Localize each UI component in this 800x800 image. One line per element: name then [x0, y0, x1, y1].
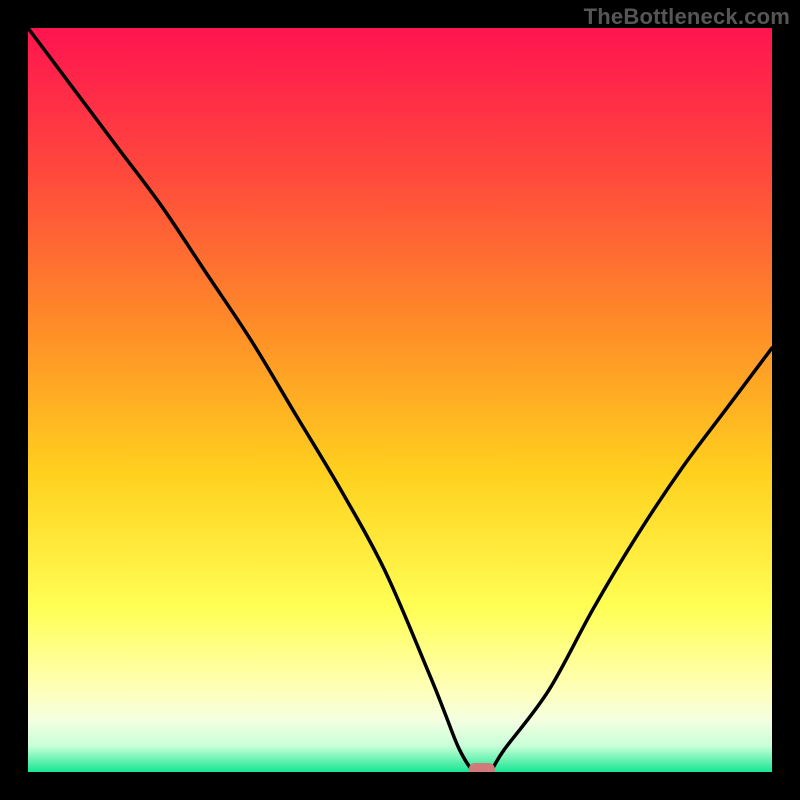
optimal-marker	[469, 763, 495, 772]
chart-background	[28, 28, 772, 772]
chart-svg	[28, 28, 772, 772]
watermark-text: TheBottleneck.com	[584, 4, 790, 30]
chart-frame: TheBottleneck.com	[0, 0, 800, 800]
chart-plot-area	[28, 28, 772, 772]
